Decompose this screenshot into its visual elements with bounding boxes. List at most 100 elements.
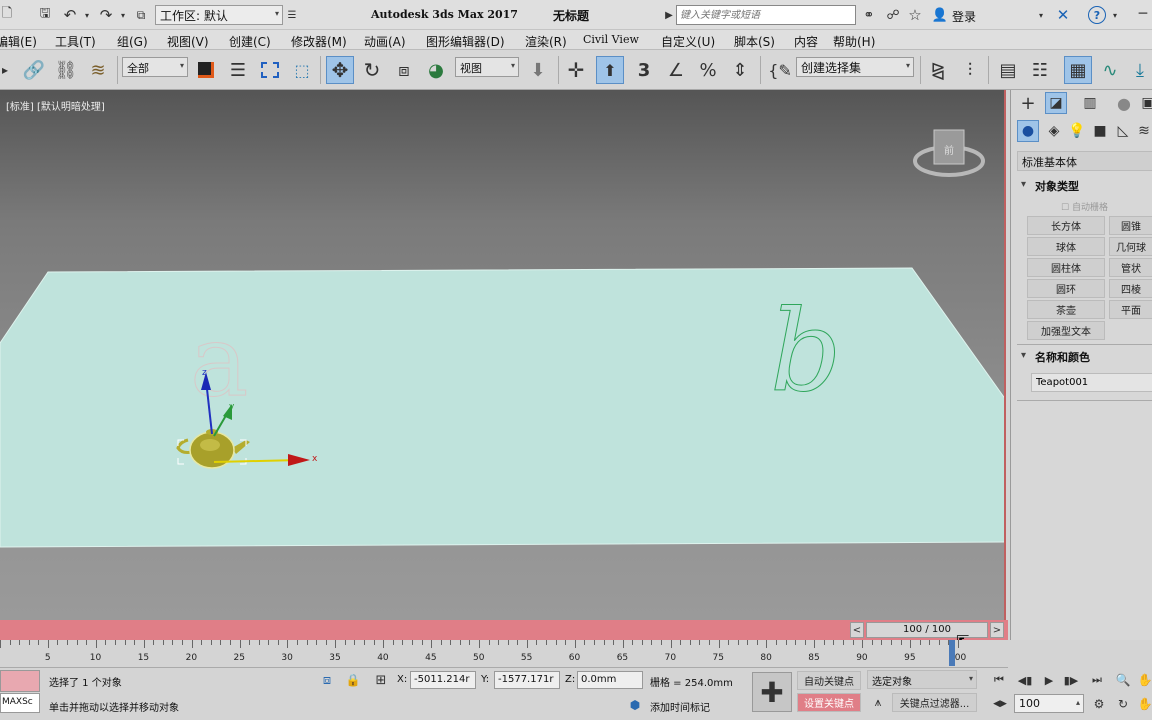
time-slider-track[interactable]: < 100 / 100 > [0, 620, 1008, 640]
previous-frame-icon[interactable]: ◀▮ [1016, 671, 1034, 689]
favorites-star-icon[interactable]: ☆ [906, 6, 924, 24]
schematic-view-icon[interactable]: ⤓ [1128, 58, 1152, 82]
help-dropdown-icon[interactable]: ▾ [1110, 9, 1120, 21]
login-dropdown-icon[interactable]: ▾ [1036, 9, 1046, 21]
box-button[interactable]: 长方体 [1027, 216, 1105, 235]
cameras-icon[interactable]: ■ [1089, 120, 1111, 142]
time-config-icon[interactable]: ⚙ [1090, 695, 1108, 713]
help-icon[interactable]: ? [1088, 6, 1106, 24]
align-icon[interactable]: ⫶ [958, 58, 982, 82]
menu-modifiers[interactable]: 修改器(M) [291, 33, 347, 50]
cone-button[interactable]: 圆锥 [1109, 216, 1152, 235]
menu-views[interactable]: 视图(V) [167, 33, 209, 50]
key-mode-toggle-icon[interactable]: ◀▶ [992, 695, 1008, 713]
menu-animation[interactable]: 动画(A) [364, 33, 406, 50]
set-key-button[interactable]: 设置关键点 [797, 693, 861, 712]
next-frame-arrow-icon[interactable]: > [990, 622, 1004, 638]
track-bar[interactable]: 5 10 15 20 25 30 35 40 45 50 55 60 65 70 75 80 85 90 95 100 [0, 640, 1008, 668]
login-button[interactable]: 登录 [952, 8, 976, 25]
viewcube[interactable]: 前 [913, 129, 985, 177]
spinner-snap-icon[interactable]: ⇕ [728, 58, 752, 82]
minimize-icon[interactable]: ─ [1134, 4, 1152, 24]
redo-icon[interactable]: ↷ [96, 6, 116, 24]
percent-snap-icon[interactable]: % [696, 58, 720, 82]
go-to-end-icon[interactable]: ⏭ [1088, 671, 1106, 689]
maxscript-listener-pink[interactable] [0, 670, 40, 692]
menu-tools[interactable]: 工具(T) [55, 33, 96, 50]
communication-icon[interactable]: ☍ [884, 7, 902, 23]
hierarchy-tab-icon[interactable]: ▥ [1079, 92, 1101, 114]
undo-icon[interactable]: ↶ [60, 6, 80, 24]
bind-space-warp-icon[interactable]: ≋ [86, 58, 110, 82]
orbit-icon[interactable]: ↻ [1114, 695, 1132, 713]
scene-explorer-icon[interactable]: ▤ [996, 58, 1020, 82]
undo-dropdown-icon[interactable]: ▾ [82, 9, 92, 21]
isolate-selection-icon[interactable]: ⧈ [318, 671, 336, 689]
text-shape-b[interactable]: b [770, 287, 843, 418]
category-dropdown[interactable]: 标准基本体 [1017, 151, 1152, 171]
key-filter-icon[interactable]: ⩚ [869, 693, 887, 712]
pan-hand-icon[interactable]: ✋ [1138, 671, 1152, 689]
z-coord-input[interactable]: 0.0mm [577, 671, 643, 689]
menu-rendering[interactable]: 渲染(R) [525, 33, 567, 50]
motion-tab-icon[interactable]: ● [1113, 92, 1135, 114]
display-tab-icon[interactable]: ▣ [1141, 92, 1152, 114]
workspace-dropdown[interactable]: 工作区: 默认 ▾ [155, 5, 283, 25]
auto-key-button[interactable]: 自动关键点 [797, 671, 861, 690]
menu-group[interactable]: 组(G) [117, 33, 148, 50]
zoom-icon[interactable]: 🔍 [1114, 671, 1132, 689]
prev-frame-arrow-icon[interactable]: < [850, 622, 864, 638]
snaps-toggle-icon[interactable]: 3 [632, 58, 656, 82]
redo-dropdown-icon[interactable]: ▾ [118, 9, 128, 21]
menu-customize[interactable]: 自定义(U) [661, 33, 715, 50]
selection-lock-icon[interactable]: 🔒 [344, 671, 362, 689]
key-mode-dropdown[interactable]: 选定对象 ▾ [867, 670, 977, 689]
tube-button[interactable]: 管状 [1109, 258, 1152, 277]
create-tab-icon[interactable]: + [1017, 92, 1039, 114]
space-warps-icon[interactable]: ≋ [1135, 120, 1152, 142]
key-filters-button[interactable]: 关键点过滤器... [892, 693, 977, 712]
select-and-scale-icon[interactable]: ⧈ [392, 58, 416, 82]
pyramid-button[interactable]: 四棱 [1109, 279, 1152, 298]
collapse-icon[interactable]: ▾ [1021, 350, 1026, 361]
geosphere-button[interactable]: 几何球 [1109, 237, 1152, 256]
text-shape-a[interactable]: a [190, 305, 249, 420]
teapot-button[interactable]: 茶壶 [1027, 300, 1105, 319]
absolute-mode-icon[interactable]: ⊞ [372, 671, 390, 689]
ground-plane[interactable] [0, 267, 1006, 548]
keyboard-shortcut-override-icon[interactable]: ⬆ [596, 56, 624, 84]
modify-tab-icon[interactable]: ◪ [1045, 92, 1067, 114]
unlink-icon[interactable]: ⛓ [54, 58, 78, 82]
binoculars-icon[interactable]: ⚭ [860, 7, 878, 23]
play-icon[interactable]: ▶ [1040, 671, 1058, 689]
cylinder-button[interactable]: 圆柱体 [1027, 258, 1105, 277]
textplus-button[interactable]: 加强型文本 [1027, 321, 1105, 340]
time-tag-icon[interactable]: ⬢ [626, 696, 644, 714]
play-arrow-icon[interactable]: ▶ [664, 8, 674, 22]
plane-button[interactable]: 平面 [1109, 300, 1152, 319]
quick-access-menu-icon[interactable]: ☰ [286, 8, 298, 22]
current-frame-input[interactable]: 100 ▴ [1014, 694, 1084, 713]
select-object-icon[interactable] [194, 58, 218, 82]
select-by-name-icon[interactable]: ☰ [226, 58, 250, 82]
menu-edit[interactable]: 编辑(E) [0, 33, 37, 50]
set-key-big-icon[interactable]: ✚ [752, 672, 792, 712]
geometry-icon[interactable]: ● [1017, 120, 1039, 142]
manipulate-icon[interactable]: ✛ [564, 58, 588, 82]
menu-content[interactable]: 内容 [794, 33, 818, 50]
new-file-icon[interactable]: 🗋 [0, 6, 14, 23]
edit-named-selection-icon[interactable]: {✎ [766, 58, 794, 82]
selection-filter-dropdown[interactable]: 全部 ▾ [122, 57, 188, 77]
menu-graph-editors[interactable]: 图形编辑器(D) [426, 33, 505, 50]
helpers-icon[interactable]: ◺ [1112, 120, 1134, 142]
collapse-icon[interactable]: ▾ [1021, 179, 1026, 190]
menu-create[interactable]: 创建(C) [229, 33, 271, 50]
time-slider-thumb[interactable]: 100 / 100 [866, 622, 988, 638]
add-time-tag-button[interactable]: 添加时间标记 [650, 699, 710, 714]
menu-civil-view[interactable]: Civil View [583, 33, 639, 46]
reference-coord-dropdown[interactable]: 视图 ▾ [455, 57, 519, 77]
arrow-icon[interactable]: ▸ [0, 60, 10, 80]
next-frame-icon[interactable]: ▮▶ [1062, 671, 1080, 689]
menu-help[interactable]: 帮助(H) [833, 33, 875, 50]
pivot-center-icon[interactable]: ⬇ [526, 58, 550, 82]
